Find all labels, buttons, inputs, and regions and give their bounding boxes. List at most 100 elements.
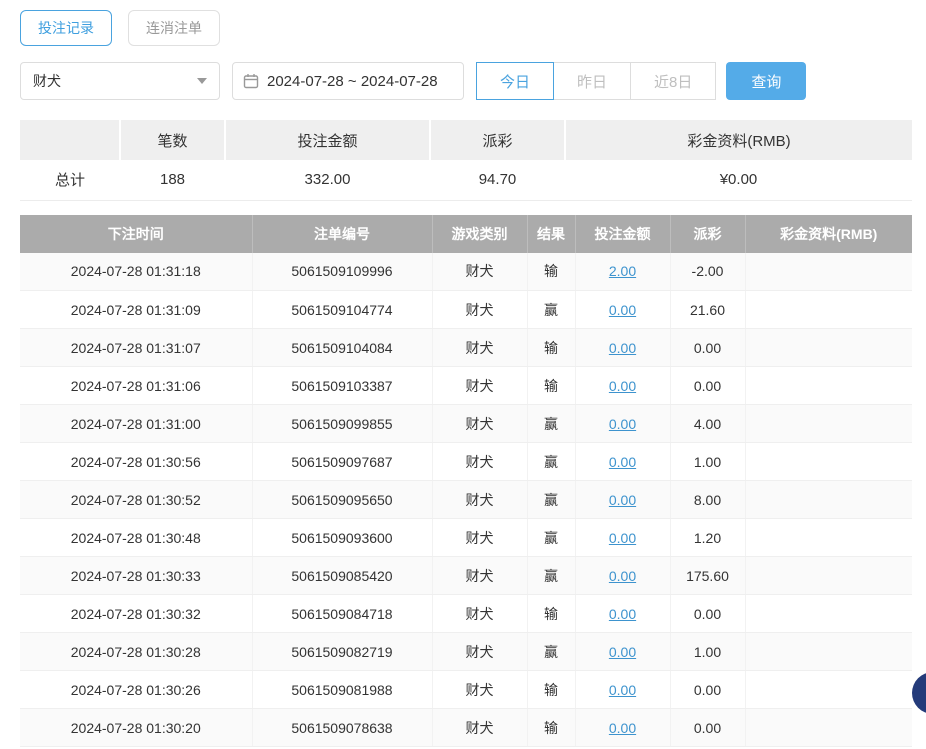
order-id-cell: 5061509081988 (252, 671, 432, 709)
table-row: 2024-07-28 01:30:205061509078638财犬输0.000… (20, 709, 912, 747)
bet-time-cell: 2024-07-28 01:31:07 (20, 329, 252, 367)
payout-cell: -2.00 (670, 253, 745, 291)
today-button[interactable]: 今日 (476, 62, 554, 100)
bet-time-cell: 2024-07-28 01:30:32 (20, 595, 252, 633)
result-cell: 赢 (527, 291, 575, 329)
table-row: 2024-07-28 01:31:075061509104084财犬输0.000… (20, 329, 912, 367)
bet-amount-cell-link[interactable]: 0.00 (609, 492, 636, 508)
order-id-cell: 5061509103387 (252, 367, 432, 405)
payout-cell: 1.00 (670, 443, 745, 481)
result-cell: 赢 (527, 405, 575, 443)
table-row: 2024-07-28 01:31:095061509104774财犬赢0.002… (20, 291, 912, 329)
bet-amount-cell: 0.00 (575, 519, 670, 557)
game-type-cell: 财犬 (432, 291, 527, 329)
game-type-cell: 财犬 (432, 253, 527, 291)
table-row: 2024-07-28 01:30:285061509082719财犬赢0.001… (20, 633, 912, 671)
game-type-cell: 财犬 (432, 481, 527, 519)
order-id-cell: 5061509099855 (252, 405, 432, 443)
bet-amount-cell-link[interactable]: 0.00 (609, 568, 636, 584)
bet-amount-cell-link[interactable]: 0.00 (609, 682, 636, 698)
header-bet-amount: 投注金额 (575, 215, 670, 253)
summary-header-bonus: 彩金资料(RMB) (565, 120, 912, 160)
bet-amount-cell: 0.00 (575, 443, 670, 481)
summary-header-bet-amount: 投注金额 (225, 120, 430, 160)
result-cell: 赢 (527, 481, 575, 519)
bet-time-cell: 2024-07-28 01:30:26 (20, 671, 252, 709)
header-bet-time: 下注时间 (20, 215, 252, 253)
result-cell: 赢 (527, 519, 575, 557)
payout-cell: 0.00 (670, 709, 745, 747)
date-quick-buttons: 今日 昨日 近8日 (476, 62, 716, 100)
game-select[interactable]: 财犬 (20, 62, 220, 100)
bet-table: 下注时间 注单编号 游戏类别 结果 投注金额 派彩 彩金资料(RMB) 2024… (20, 215, 912, 748)
order-id-cell: 5061509078638 (252, 709, 432, 747)
order-id-cell: 5061509084718 (252, 595, 432, 633)
summary-header-count: 笔数 (120, 120, 225, 160)
tab-bar: 投注记录 连消注单 (20, 10, 912, 46)
bet-amount-cell: 0.00 (575, 405, 670, 443)
summary-table: 笔数 投注金额 派彩 彩金资料(RMB) 总计 188 332.00 94.70… (20, 120, 912, 201)
header-order-id: 注单编号 (252, 215, 432, 253)
bet-amount-cell-link[interactable]: 0.00 (609, 378, 636, 394)
game-type-cell: 财犬 (432, 367, 527, 405)
result-cell: 输 (527, 367, 575, 405)
payout-cell: 21.60 (670, 291, 745, 329)
bet-table-body: 2024-07-28 01:31:185061509109996财犬输2.00-… (20, 253, 912, 747)
bet-table-header-row: 下注时间 注单编号 游戏类别 结果 投注金额 派彩 彩金资料(RMB) (20, 215, 912, 253)
bet-amount-cell-link[interactable]: 0.00 (609, 644, 636, 660)
chevron-down-icon (197, 78, 207, 84)
bet-time-cell: 2024-07-28 01:30:20 (20, 709, 252, 747)
bonus-cell (745, 633, 912, 671)
result-cell: 赢 (527, 443, 575, 481)
bet-amount-cell-link[interactable]: 0.00 (609, 302, 636, 318)
payout-cell: 0.00 (670, 671, 745, 709)
date-range-input[interactable]: 2024-07-28 ~ 2024-07-28 (232, 62, 464, 100)
game-select-value: 财犬 (33, 71, 61, 91)
bet-time-cell: 2024-07-28 01:30:56 (20, 443, 252, 481)
summary-header-blank (20, 120, 120, 160)
header-bonus: 彩金资料(RMB) (745, 215, 912, 253)
table-row: 2024-07-28 01:31:005061509099855财犬赢0.004… (20, 405, 912, 443)
table-row: 2024-07-28 01:30:485061509093600财犬赢0.001… (20, 519, 912, 557)
header-result: 结果 (527, 215, 575, 253)
bet-amount-cell-link[interactable]: 0.00 (609, 454, 636, 470)
table-row: 2024-07-28 01:30:325061509084718财犬输0.000… (20, 595, 912, 633)
last-8-days-button[interactable]: 近8日 (630, 62, 716, 100)
table-row: 2024-07-28 01:30:565061509097687财犬赢0.001… (20, 443, 912, 481)
bet-amount-cell-link[interactable]: 0.00 (609, 416, 636, 432)
bet-amount-cell: 0.00 (575, 595, 670, 633)
summary-total-row: 总计 188 332.00 94.70 ¥0.00 (20, 160, 912, 200)
bet-time-cell: 2024-07-28 01:30:28 (20, 633, 252, 671)
order-id-cell: 5061509085420 (252, 557, 432, 595)
result-cell: 赢 (527, 557, 575, 595)
payout-cell: 0.00 (670, 329, 745, 367)
order-id-cell: 5061509093600 (252, 519, 432, 557)
payout-cell: 4.00 (670, 405, 745, 443)
summary-header-payout: 派彩 (430, 120, 565, 160)
bet-amount-cell-link[interactable]: 0.00 (609, 340, 636, 356)
bonus-cell (745, 595, 912, 633)
tab-bet-records[interactable]: 投注记录 (20, 10, 112, 46)
bet-amount-cell: 0.00 (575, 329, 670, 367)
bet-amount-cell-link[interactable]: 0.00 (609, 530, 636, 546)
tab-cancelled-orders[interactable]: 连消注单 (128, 10, 220, 46)
bonus-cell (745, 405, 912, 443)
bet-amount-cell: 0.00 (575, 671, 670, 709)
calendar-icon (243, 73, 259, 89)
order-id-cell: 5061509109996 (252, 253, 432, 291)
result-cell: 输 (527, 709, 575, 747)
bet-time-cell: 2024-07-28 01:31:06 (20, 367, 252, 405)
bet-amount-cell-link[interactable]: 0.00 (609, 606, 636, 622)
yesterday-button[interactable]: 昨日 (553, 62, 631, 100)
bet-amount-cell-link[interactable]: 0.00 (609, 720, 636, 736)
game-type-cell: 财犬 (432, 405, 527, 443)
search-button[interactable]: 查询 (726, 62, 806, 100)
result-cell: 输 (527, 671, 575, 709)
bonus-cell (745, 709, 912, 747)
bonus-cell (745, 557, 912, 595)
summary-total-label: 总计 (20, 160, 120, 200)
bet-amount-cell-link[interactable]: 2.00 (609, 263, 636, 279)
filter-bar: 财犬 2024-07-28 ~ 2024-07-28 今日 昨日 近8日 查询 (20, 62, 912, 100)
bet-amount-cell: 0.00 (575, 633, 670, 671)
order-id-cell: 5061509104774 (252, 291, 432, 329)
